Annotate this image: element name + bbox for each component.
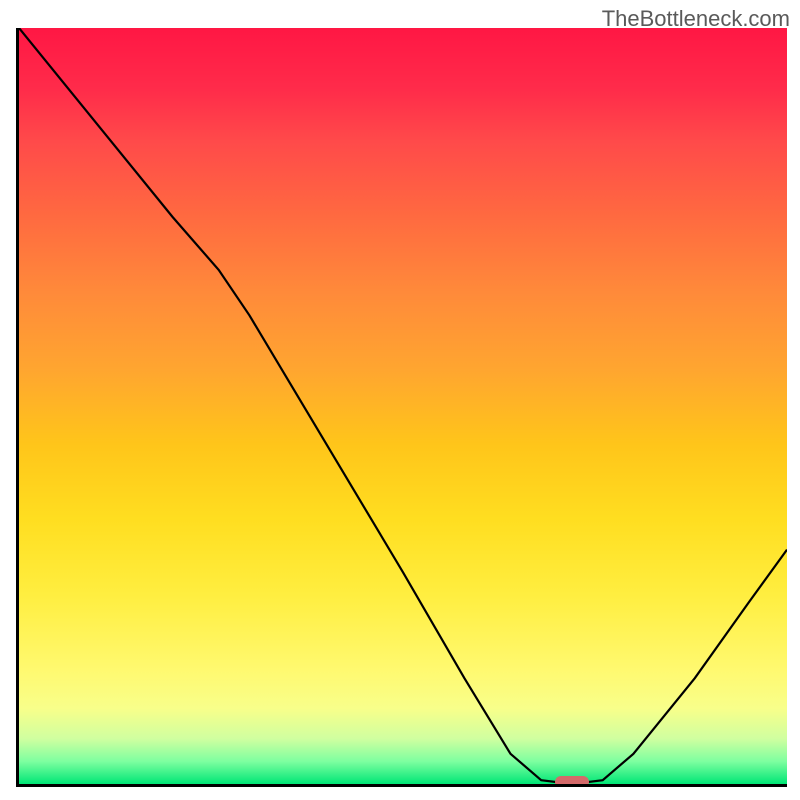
optimal-marker — [555, 776, 589, 787]
plot-area — [16, 28, 787, 787]
chart-curve — [19, 28, 787, 784]
watermark-text: TheBottleneck.com — [602, 6, 790, 32]
